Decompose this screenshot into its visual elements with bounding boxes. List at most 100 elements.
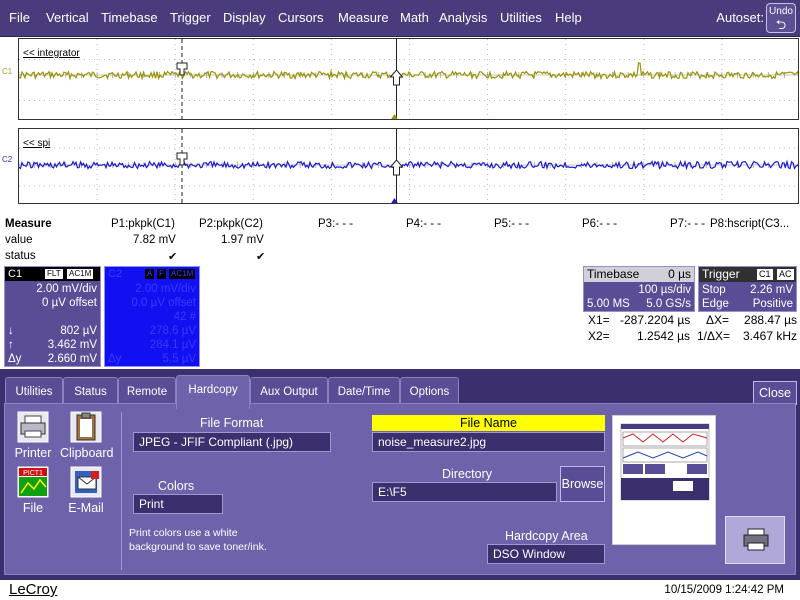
menu-cursors[interactable]: Cursors (278, 0, 324, 37)
printer-device-label: Printer (14, 446, 52, 460)
trace2-plot (19, 129, 798, 203)
clipboard-device-button[interactable]: Clipboard (60, 410, 114, 460)
measure-row-label-value: value (5, 234, 33, 246)
print-button[interactable] (725, 516, 785, 564)
menu-utilities[interactable]: Utilities (500, 0, 542, 37)
file-icon-text: PICT1 (23, 470, 43, 477)
trace2-title[interactable]: << spi (23, 138, 51, 149)
measure-value-p1: 7.82 mV (133, 234, 176, 246)
trace1-channel-marker: C1 (2, 67, 13, 76)
menu-help[interactable]: Help (555, 0, 582, 37)
cursor-dx-label: ΔX= (706, 313, 730, 327)
email-icon (70, 466, 102, 498)
trigger-level: 2.26 mV (750, 284, 793, 296)
file-device-button[interactable]: PICT1 File (7, 465, 59, 515)
browse-button[interactable]: Browse (560, 466, 605, 502)
c1-tag-coupling: AC1M (67, 269, 94, 279)
c2-tag-coupling: AC1M (169, 269, 196, 279)
c2-delta-label: Δy (108, 353, 122, 365)
email-device-label: E-Mail (68, 501, 104, 515)
directory-label: Directory (442, 467, 493, 481)
menu-vertical[interactable]: Vertical (46, 0, 89, 37)
measure-param-p7[interactable]: P7:- - - (670, 218, 705, 230)
cursor-up-icon: ↑ (8, 339, 14, 351)
colors-label: Colors (158, 479, 195, 493)
hardcopy-preview (612, 415, 716, 545)
autoset-label: Autoset: (716, 10, 764, 25)
cursor-x1-label: X1= (588, 313, 610, 327)
file-name-input[interactable]: noise_measure2.jpg (372, 432, 605, 452)
cursor-down-icon: ↓ (8, 325, 14, 337)
c2-tag-a: A (145, 269, 155, 279)
c1-volts-div: 2.00 mV/div (36, 283, 97, 295)
menu-timebase[interactable]: Timebase (101, 0, 158, 37)
colors-select[interactable]: Print (133, 494, 223, 514)
c1-delta-value: 2.660 mV (47, 353, 97, 365)
c2-tag-f: F (157, 269, 166, 279)
file-name-label: File Name (372, 415, 605, 431)
measure-param-p3[interactable]: P3:- - - (318, 218, 353, 230)
c2-descriptor-header: C2 A F AC1M (105, 267, 199, 281)
undo-button[interactable]: Undo ⮌ (766, 3, 796, 33)
timebase-time-div: 100 µs/div (638, 284, 691, 296)
cursor-inv-dx-label: 1/ΔX= (697, 329, 731, 343)
trigger-header: Trigger C1 AC (699, 267, 796, 282)
c1-descriptor-header: C1 FLT AC1M (5, 267, 100, 281)
measure-param-p5[interactable]: P5:- - - (494, 218, 529, 230)
directory-input[interactable]: E:\F5 (372, 482, 557, 502)
c2-label: C2 (108, 268, 123, 280)
tab-hardcopy[interactable]: Hardcopy (176, 375, 250, 409)
measure-table: Measure value status P1:pkpk(C1) 7.82 mV… (0, 215, 800, 265)
printer-device-button[interactable]: Printer (7, 410, 59, 460)
trigger-descriptor[interactable]: Trigger C1 AC Stop 2.26 mV Edge Positive (698, 266, 797, 312)
file-image-icon: PICT1 (17, 466, 49, 498)
c2-value-3: 5.5 µV (162, 353, 196, 365)
measure-param-p6[interactable]: P6:- - - (582, 218, 617, 230)
measure-header[interactable]: Measure (5, 218, 52, 230)
c1-offset: 0 µV offset (41, 297, 97, 309)
trace1-grid[interactable]: << integrator (18, 38, 799, 120)
trace1-title[interactable]: << integrator (23, 48, 80, 59)
cursor-dx-value: 288.47 µs (744, 313, 797, 327)
measure-param-p1[interactable]: P1:pkpk(C1) (111, 218, 175, 230)
oscilloscope-screen: File Vertical Timebase Trigger Display C… (0, 0, 800, 600)
file-device-label: File (22, 501, 44, 515)
menu-file[interactable]: File (9, 0, 30, 37)
email-device-button[interactable]: E-Mail (60, 465, 112, 515)
trigger-type: Edge (702, 298, 729, 310)
measure-param-p2[interactable]: P2:pkpk(C2) (199, 218, 263, 230)
trace2-grid[interactable]: << spi (18, 128, 799, 204)
measure-param-p4[interactable]: P4:- - - (406, 218, 441, 230)
menu-display[interactable]: Display (223, 0, 266, 37)
trace2-channel-marker: C2 (2, 155, 13, 164)
timebase-descriptor[interactable]: Timebase 0 µs 100 µs/div 5.00 MS 5.0 GS/… (583, 266, 695, 312)
cursor-marker-icon[interactable] (389, 159, 404, 176)
printer-icon (17, 411, 49, 443)
c1-delta-label: Δy (8, 353, 22, 365)
menu-measure[interactable]: Measure (338, 0, 389, 37)
c1-cursor-up-value: 3.462 mV (47, 339, 97, 351)
c2-descriptor[interactable]: C2 A F AC1M 2.00 mV/div 0.0 µV offset 42… (104, 266, 200, 367)
menu-trigger[interactable]: Trigger (170, 0, 211, 37)
file-format-select[interactable]: JPEG - JFIF Compliant (.jpg) (133, 432, 331, 452)
cursor-marker-icon[interactable] (176, 152, 188, 166)
lecroy-logo[interactable]: LeCroy (9, 581, 57, 598)
cursor-x2-value: 1.2542 µs (637, 329, 690, 343)
file-format-label: File Format (200, 416, 264, 430)
cursor-marker-icon[interactable] (389, 69, 404, 86)
print-icon (743, 528, 769, 551)
hardcopy-area-select[interactable]: DSO Window (487, 544, 605, 564)
measure-param-p8[interactable]: P8:hscript(C3... (710, 218, 789, 230)
menu-bar: File Vertical Timebase Trigger Display C… (0, 0, 800, 37)
panel-divider (121, 412, 122, 570)
date-time-readout: 10/15/2009 1:24:42 PM (664, 584, 784, 596)
close-button[interactable]: Close (753, 381, 797, 405)
menu-analysis[interactable]: Analysis (439, 0, 487, 37)
hardcopy-dialog: Utilities Status Remote Hardcopy Aux Out… (0, 369, 800, 580)
c2-value-1: 278.6 µV (149, 325, 196, 337)
c1-descriptor[interactable]: C1 FLT AC1M 2.00 mV/div 0 µV offset ↓ 80… (4, 266, 101, 367)
c2-offset: 0.0 µV offset (131, 297, 196, 309)
timebase-delay: 0 µs (668, 267, 691, 281)
menu-math[interactable]: Math (400, 0, 429, 37)
waveform-trace (19, 62, 798, 81)
